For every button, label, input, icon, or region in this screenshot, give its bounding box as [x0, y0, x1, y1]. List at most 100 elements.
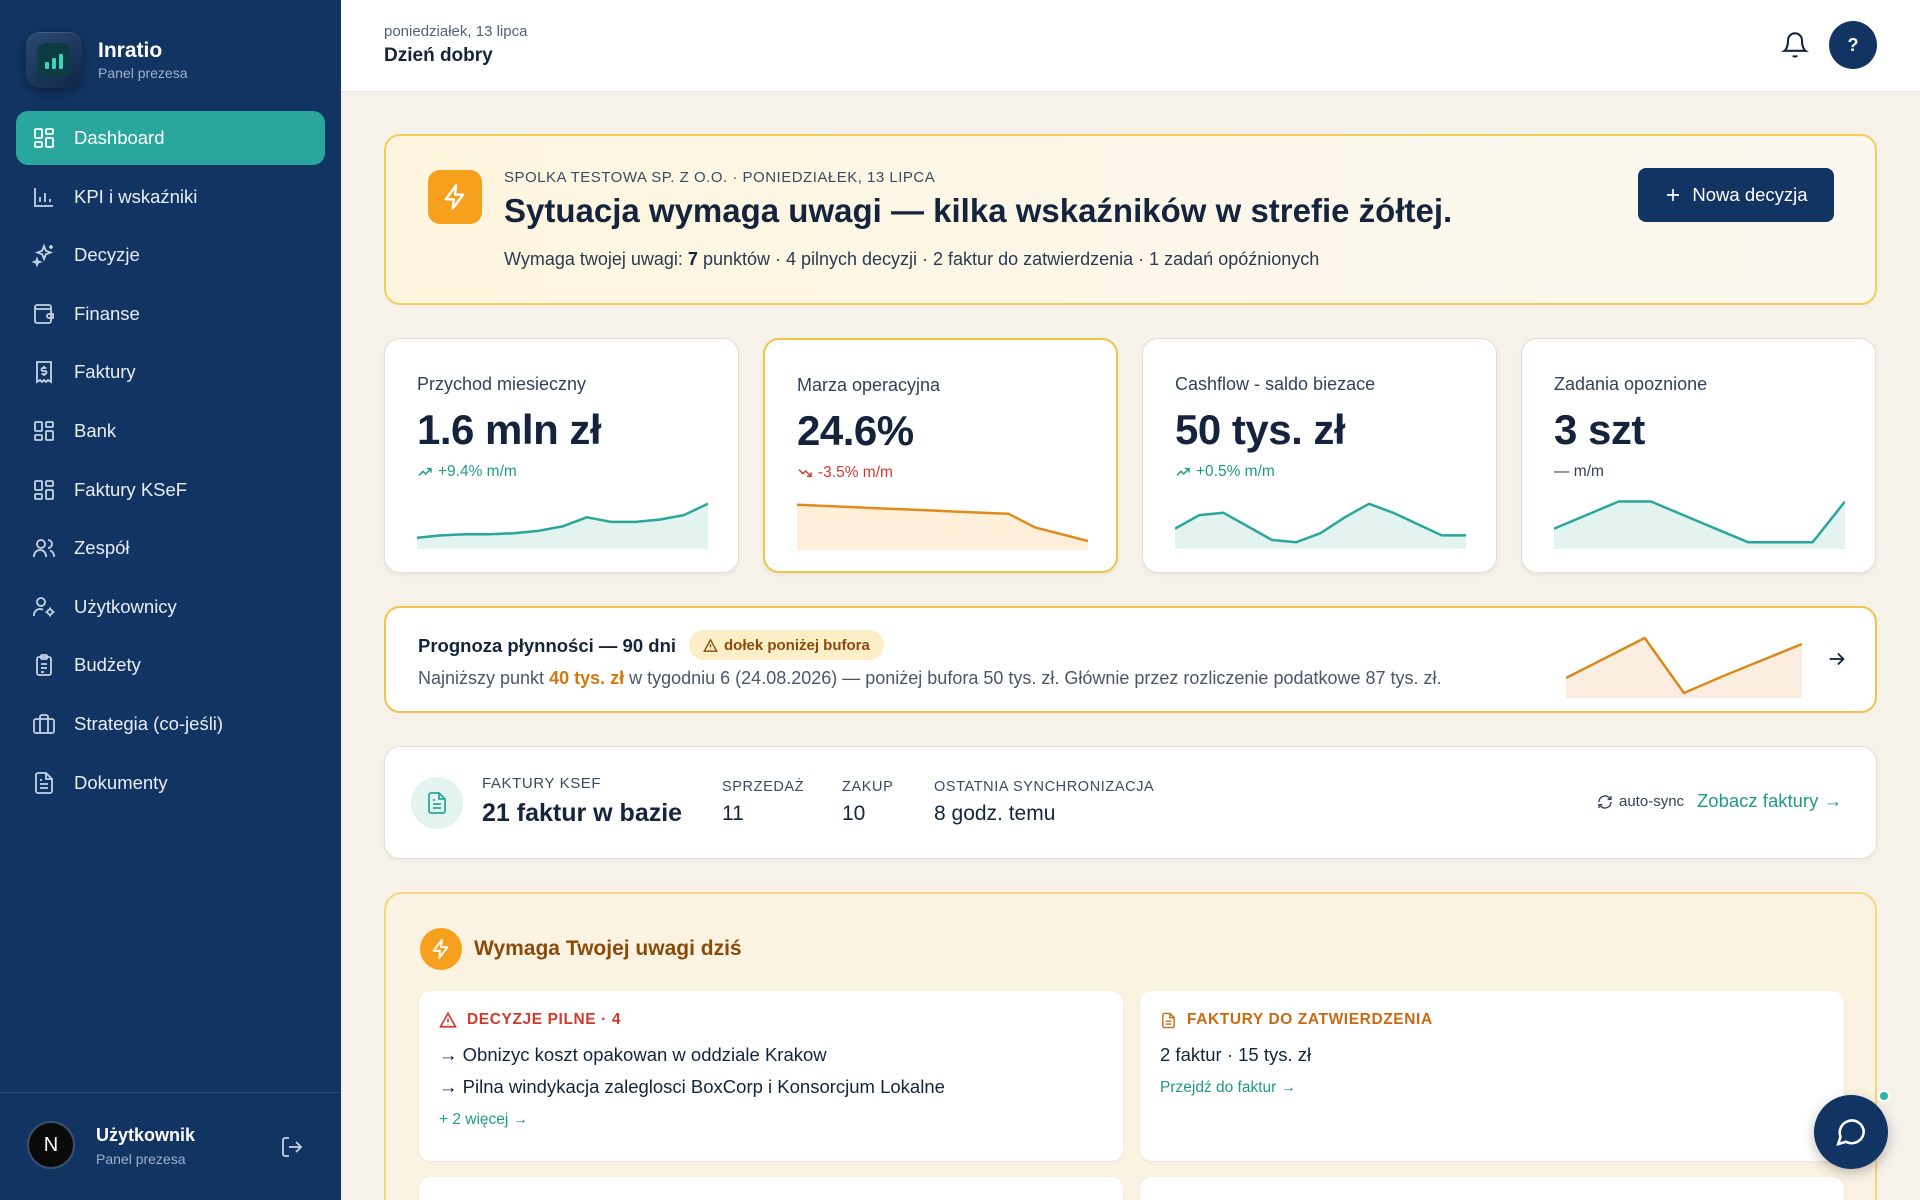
- logout-icon[interactable]: [280, 1135, 304, 1159]
- avatar[interactable]: N: [27, 1121, 75, 1169]
- sidebar-item-label: Użytkownicy: [74, 595, 177, 617]
- decision-item[interactable]: → Obnizyc koszt opakowan w oddziale Krak…: [439, 1044, 827, 1066]
- card-header-text: FAKTURY DO ZATWIERDZENIA: [1187, 1011, 1433, 1028]
- new-decision-button[interactable]: Nowa decyzja: [1638, 168, 1834, 222]
- kpi-sparkline: [1554, 500, 1845, 549]
- kpi-sparkline: [797, 503, 1088, 550]
- arrow-right-icon[interactable]: [1826, 648, 1848, 670]
- sidebar-item-kpi[interactable]: KPI i wskaźniki: [16, 170, 325, 224]
- show-more-link[interactable]: + 2 więcej →: [439, 1111, 528, 1129]
- sidebar-item-documents[interactable]: Dokumenty: [16, 756, 325, 810]
- stat-label-purchase: ZAKUP: [842, 779, 894, 795]
- invoices-approval-card: FAKTURY DO ZATWIERDZENIA 2 faktur · 15 t…: [1140, 991, 1844, 1161]
- sidebar: Inratio Panel prezesa Dashboard KPI i ws…: [0, 0, 341, 1200]
- kpi-delta-text: -3.5% m/m: [818, 464, 893, 481]
- user-panel: N Użytkownik Panel prezesa: [0, 1092, 341, 1200]
- new-decision-label: Nowa decyzja: [1692, 184, 1808, 205]
- sidebar-item-bank[interactable]: Bank: [16, 404, 325, 458]
- refresh-icon: [1598, 794, 1612, 809]
- sidebar-nav: Dashboard KPI i wskaźniki Decyzje Finans…: [16, 111, 325, 814]
- kpi-delta: -3.5% m/m: [797, 464, 893, 482]
- briefcase-icon: [33, 714, 55, 734]
- sidebar-item-label: Dokumenty: [74, 771, 168, 793]
- trend-up-icon: [1176, 467, 1190, 476]
- dashboard-icon: [34, 128, 54, 148]
- go-to-invoices-link[interactable]: Przejdź do faktur →: [1160, 1079, 1296, 1097]
- sidebar-item-label: Finanse: [74, 302, 140, 324]
- brand[interactable]: Inratio Panel prezesa: [26, 32, 188, 88]
- sidebar-item-strategy[interactable]: Strategia (co-jeśli): [16, 697, 325, 751]
- kpi-card-delayed-tasks[interactable]: Zadania opoznione 3 szt — m/m: [1521, 338, 1876, 573]
- kpi-delta: — m/m: [1554, 463, 1604, 481]
- kpi-card-cashflow[interactable]: Cashflow - saldo biezace 50 tys. zł +0.5…: [1142, 338, 1497, 573]
- forecast-desc-suffix: w tygodniu 6 (24.08.2026) — poniżej bufo…: [624, 668, 1442, 688]
- sidebar-item-finance[interactable]: Finanse: [16, 287, 325, 341]
- lightning-icon: [420, 928, 462, 970]
- bar-chart-icon: [34, 187, 53, 207]
- sidebar-item-budgets[interactable]: Budżety: [16, 638, 325, 692]
- sidebar-item-users[interactable]: Użytkownicy: [16, 580, 325, 634]
- kpi-label: Marza operacyjna: [797, 375, 941, 395]
- sidebar-item-label: Decyzje: [74, 244, 140, 266]
- user-role: Panel prezesa: [96, 1151, 186, 1167]
- plus-icon: [1667, 189, 1680, 201]
- kpi-delta-text: — m/m: [1554, 463, 1604, 480]
- sidebar-item-dashboard[interactable]: Dashboard: [16, 111, 325, 165]
- team-icon: [33, 539, 55, 558]
- kpi-card-margin[interactable]: Marza operacyjna 24.6% -3.5% m/m: [763, 338, 1118, 573]
- file-text-icon: [1162, 1012, 1175, 1028]
- kpi-delta-text: +9.4% m/m: [438, 463, 517, 480]
- decision-item[interactable]: → Pilna windykacja zaleglosci BoxCorp i …: [439, 1076, 945, 1098]
- header-date: poniedziałek, 13 lipca: [384, 23, 528, 40]
- kpi-value: 24.6%: [797, 407, 914, 454]
- chat-button[interactable]: [1814, 1095, 1888, 1169]
- wallet-icon: [34, 303, 54, 324]
- forecast-description: Najniższy punkt 40 tys. zł w tygodniu 6 …: [418, 668, 1442, 689]
- app-name: Inratio: [98, 39, 163, 62]
- sidebar-item-team[interactable]: Zespół: [16, 521, 325, 575]
- app-logo: [26, 32, 82, 88]
- kpi-value: 3 szt: [1554, 406, 1645, 453]
- sidebar-item-ksef[interactable]: Faktury KSeF: [16, 463, 325, 517]
- banner-overline: SPOLKA TESTOWA SP. Z O.O. · PONIEDZIAŁEK…: [504, 169, 936, 186]
- auto-sync-indicator: auto-sync: [1597, 793, 1684, 810]
- status-banner: SPOLKA TESTOWA SP. Z O.O. · PONIEDZIAŁEK…: [384, 134, 1877, 305]
- sidebar-item-decisions[interactable]: Decyzje: [16, 228, 325, 282]
- ksef-overline: FAKTURY KSEF: [482, 775, 602, 792]
- sidebar-item-label: Dashboard: [74, 127, 165, 148]
- kpi-delta: +9.4% m/m: [417, 463, 517, 481]
- banner-description: Wymaga twojej uwagi: 7 punktów · 4 pilny…: [504, 249, 1319, 270]
- forecast-lowest-value: 40 tys. zł: [549, 668, 625, 688]
- help-button[interactable]: ?: [1829, 21, 1877, 69]
- lightning-icon: [428, 170, 482, 224]
- stat-label-sales: SPRZEDAŻ: [722, 779, 805, 795]
- stat-label-last-sync: OSTATNIA SYNCHRONIZACJA: [934, 779, 1155, 795]
- page-title: Dzień dobry: [384, 45, 493, 66]
- grid-icon: [34, 479, 54, 500]
- sidebar-item-label: Bank: [74, 419, 117, 441]
- banner-title: Sytuacja wymaga uwagi — kilka wskaźników…: [504, 192, 1453, 229]
- invoices-summary: 2 faktur · 15 tys. zł: [1160, 1044, 1312, 1065]
- kpi-sparkline: [417, 502, 708, 549]
- trend-up-icon: [418, 467, 432, 476]
- forecast-sparkline: [1566, 636, 1802, 698]
- bell-icon[interactable]: [1781, 31, 1809, 59]
- forecast-desc-prefix: Najniższy punkt: [418, 668, 550, 688]
- sidebar-item-label: KPI i wskaźniki: [74, 185, 198, 207]
- stat-value-purchase: 10: [842, 802, 866, 825]
- trend-down-icon: [798, 469, 812, 478]
- see-invoices-link[interactable]: Zobacz faktury →: [1697, 790, 1842, 812]
- ksef-count: 21 faktur w bazie: [482, 799, 683, 827]
- liquidity-forecast-card[interactable]: Prognoza płynności — 90 dni dołek poniże…: [384, 606, 1877, 713]
- top-header: poniedziałek, 13 lipca Dzień dobry ?: [341, 0, 1920, 92]
- kpi-label: Zadania opoznione: [1554, 374, 1708, 394]
- sidebar-item-label: Faktury KSeF: [74, 478, 188, 500]
- sidebar-item-invoices[interactable]: Faktury: [16, 345, 325, 399]
- chat-bubble-icon: [1836, 1119, 1866, 1146]
- kpi-card-revenue[interactable]: Przychod miesieczny 1.6 mln zł +9.4% m/m: [384, 338, 739, 573]
- partial-card: [1140, 1177, 1844, 1200]
- sidebar-item-label: Zespół: [74, 537, 130, 559]
- badge-text: dołek poniżej bufora: [724, 636, 870, 654]
- kpi-delta-text: +0.5% m/m: [1196, 463, 1275, 480]
- user-cog-icon: [33, 596, 55, 617]
